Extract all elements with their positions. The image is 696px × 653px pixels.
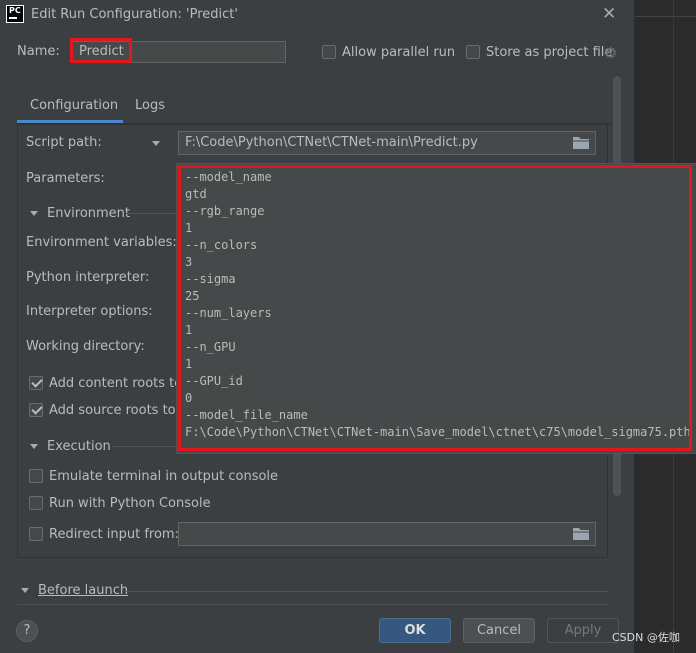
title-bar: PC Edit Run Configuration: 'Predict' ✕ — [0, 0, 634, 30]
before-launch-title[interactable]: Before launch — [38, 583, 128, 598]
script-path-label: Script path: — [26, 135, 102, 150]
watermark-text: CSDN @佐咖 — [612, 631, 680, 644]
ok-button[interactable]: OK — [379, 618, 451, 643]
add-source-roots-checkbox[interactable] — [29, 403, 43, 417]
tab-configuration[interactable]: Configuration — [30, 98, 118, 113]
browse-folder-icon[interactable] — [573, 527, 589, 540]
emulate-terminal-label: Emulate terminal in output console — [49, 469, 279, 484]
tab-logs[interactable]: Logs — [135, 98, 165, 113]
execution-section-title[interactable]: Execution — [47, 439, 111, 454]
before-launch-collapse-icon[interactable] — [21, 588, 29, 593]
browse-folder-icon[interactable] — [573, 136, 589, 149]
store-project-label: Store as project file — [486, 45, 613, 60]
allow-parallel-label: Allow parallel run — [342, 45, 456, 60]
allow-parallel-checkbox[interactable] — [322, 45, 336, 59]
add-source-roots-label: Add source roots to P — [49, 403, 188, 418]
environment-collapse-icon[interactable] — [30, 211, 38, 216]
redirect-input-field[interactable] — [178, 522, 596, 546]
environment-divider — [126, 213, 176, 214]
execution-collapse-icon[interactable] — [30, 444, 38, 449]
before-launch-divider — [126, 591, 608, 592]
script-path-field[interactable]: F:\Code\Python\CTNet\CTNet-main\Predict.… — [178, 131, 596, 155]
gear-icon[interactable]: ⚙ — [604, 44, 617, 62]
script-path-value: F:\Code\Python\CTNet\CTNet-main\Predict.… — [185, 135, 478, 150]
pycharm-logo-icon: PC — [6, 5, 24, 23]
python-console-checkbox[interactable] — [29, 496, 43, 510]
close-icon[interactable]: ✕ — [602, 4, 616, 24]
add-content-roots-checkbox[interactable] — [29, 376, 43, 390]
window-title: Edit Run Configuration: 'Predict' — [31, 7, 238, 22]
apply-button[interactable]: Apply — [547, 618, 619, 643]
bottom-separator — [17, 604, 608, 605]
python-console-label: Run with Python Console — [49, 496, 211, 511]
store-project-checkbox[interactable] — [466, 45, 480, 59]
execution-divider — [112, 446, 176, 447]
environment-section-title[interactable]: Environment — [47, 206, 130, 221]
help-button[interactable]: ? — [16, 620, 38, 642]
name-label: Name: — [17, 44, 60, 59]
emulate-terminal-checkbox[interactable] — [29, 469, 43, 483]
script-type-dropdown-icon[interactable] — [152, 141, 160, 146]
parameters-label: Parameters: — [26, 171, 105, 186]
add-content-roots-label: Add content roots to — [49, 376, 183, 391]
redirect-input-label: Redirect input from: — [49, 527, 179, 542]
env-vars-label: Environment variables: — [26, 235, 177, 250]
redirect-input-checkbox[interactable] — [29, 527, 43, 541]
name-highlight-box — [70, 38, 132, 63]
editor-divider — [635, 16, 696, 17]
working-directory-label: Working directory: — [26, 339, 145, 354]
cancel-button[interactable]: Cancel — [463, 618, 535, 643]
python-interpreter-label: Python interpreter: — [26, 270, 150, 285]
interpreter-options-label: Interpreter options: — [26, 304, 153, 319]
parameters-highlight-box — [178, 165, 692, 451]
